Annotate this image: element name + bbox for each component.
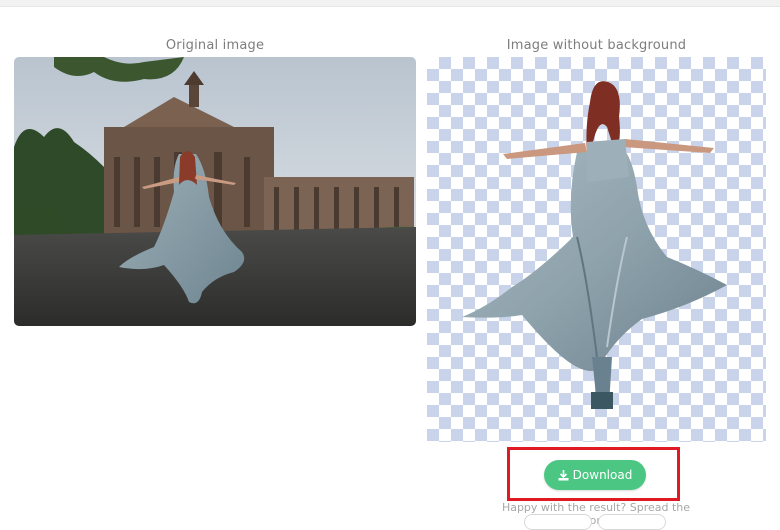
result-image (427, 57, 766, 442)
download-button[interactable]: Download (544, 460, 646, 490)
download-icon (558, 469, 569, 481)
original-image-caption: Original image (165, 38, 265, 53)
share-button-1[interactable] (524, 514, 592, 530)
download-label: Download (572, 468, 633, 482)
top-border (0, 0, 780, 7)
share-button-2[interactable] (598, 514, 666, 530)
share-prompt: Happy with the result? Spread the word: (501, 501, 691, 527)
original-image (14, 57, 416, 326)
result-image-caption: Image without background (506, 38, 687, 53)
